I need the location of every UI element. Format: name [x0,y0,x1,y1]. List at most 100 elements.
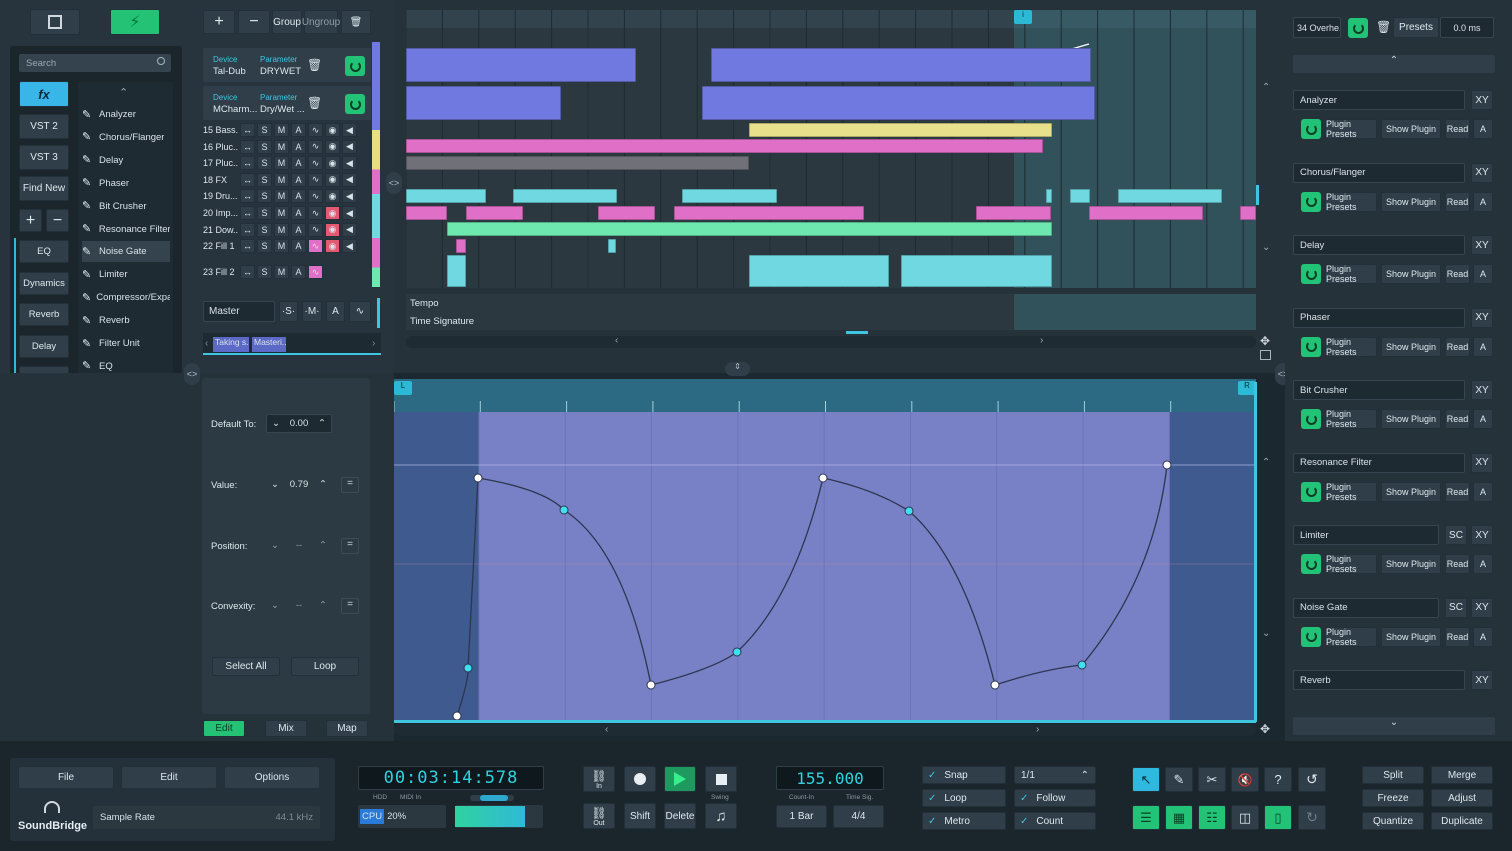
file-menu-button[interactable]: File [18,766,114,789]
clip[interactable] [682,189,777,203]
clip[interactable] [406,48,636,82]
plugin-list-item[interactable]: ✎ Reverb [82,310,170,331]
tab-scroll-right-icon[interactable]: › [372,338,375,349]
clip[interactable] [1089,206,1203,220]
xy-button[interactable]: XY [1471,452,1493,473]
value-menu-icon[interactable]: = [341,477,359,493]
auto-a-button[interactable]: A [1473,481,1493,502]
category-0[interactable]: EQ [19,240,69,263]
curve-icon[interactable]: ∿ [308,123,323,137]
automation-point[interactable] [473,473,483,483]
window-icon[interactable] [1260,350,1271,360]
track-row[interactable]: 16 Pluc... ↔ S M A ∿ ◉ ◀ [203,139,371,155]
automation-point[interactable] [818,473,828,483]
xy-button[interactable]: XY [1471,670,1493,690]
auto-a-button[interactable]: A [1473,336,1493,357]
track-power-icon[interactable] [1348,18,1368,38]
track-name[interactable]: 20 Imp... [203,208,238,218]
plugin-list-item[interactable]: ✎ Phaser [82,173,170,194]
editor-scroll-right-icon[interactable]: › [1036,724,1039,735]
plugin-slot-name[interactable]: Delay [1293,235,1465,255]
tab-scroll-left-icon[interactable]: ‹ [205,338,208,349]
automation-point[interactable] [463,663,473,673]
clip[interactable] [447,255,466,287]
editor-scroll-left-icon[interactable]: ‹ [605,724,608,735]
plugin-slot-name[interactable]: Chorus/Flanger [1293,162,1465,183]
show-plugin-button[interactable]: Show Plugin [1381,264,1441,284]
automation-point[interactable] [990,680,1000,690]
position-field[interactable]: ⌄ -- ⌃ [266,536,332,555]
auto-a-button[interactable]: A [1473,626,1493,647]
clip[interactable] [674,206,864,220]
track-name[interactable]: 23 Fill 2 [203,267,238,277]
scroll-left-icon[interactable]: ‹ [615,335,618,346]
playhead-marker[interactable]: i [1014,10,1032,24]
freeze-button[interactable]: Freeze [1362,789,1424,807]
clip[interactable] [456,239,466,253]
solo-button[interactable]: S [257,172,272,187]
plugin-list-item[interactable]: ✎ Limiter [82,264,170,285]
clip[interactable] [749,255,889,287]
category-1[interactable]: Dynamics [19,271,69,295]
plugin-presets-button[interactable]: Plugin Presets [1325,481,1377,502]
editor-scroll-down-icon[interactable]: ⌄ [1262,628,1270,639]
read-button[interactable]: Read [1445,626,1470,647]
punch-in-button[interactable]: ⛓ In [583,766,615,792]
track-row[interactable]: 18 FX ↔ S M A ∿ ◉ ◀ [203,172,371,188]
clip[interactable] [702,86,1095,120]
clip[interactable] [466,206,523,220]
editor-zoom-icon[interactable]: ✥ [1260,722,1270,736]
split-button[interactable]: Split [1362,766,1424,784]
speaker-icon[interactable]: ◀ [342,189,357,204]
plugin-power-icon[interactable] [1301,554,1321,574]
scroll-up-icon[interactable]: ⌃ [1262,82,1270,93]
plugin-list-item[interactable]: ✎ Chorus/Flanger [82,127,170,148]
options-menu-button[interactable]: Options [224,766,320,789]
record-arm-icon[interactable]: ◉ [325,222,340,237]
eq-view-button[interactable]: ☷ [1198,805,1226,830]
plugin-slot-name[interactable]: Reverb [1293,670,1465,690]
clip[interactable] [406,206,447,220]
stop-button[interactable] [705,766,737,792]
clip[interactable] [513,189,617,203]
play-button[interactable] [664,766,696,792]
plugin-presets-button[interactable]: Plugin Presets [1325,264,1377,284]
track-name[interactable]: 18 FX [203,175,238,185]
track-row[interactable]: 15 Bass... ↔ S M A ∿ ◉ ◀ [203,122,371,138]
plugin-power-icon[interactable] [1301,409,1321,429]
curve-icon[interactable]: ∿ [308,156,323,171]
show-plugin-button[interactable]: Show Plugin [1381,626,1441,647]
plugin-slot-name[interactable]: Resonance Filter [1293,452,1465,473]
clip[interactable] [447,222,1052,236]
clip[interactable] [1118,189,1222,203]
default-to-field[interactable]: ⌄ 0.00 ⌃ [266,414,332,433]
master-mute-button[interactable]: ·M· [302,301,322,322]
auto-a-button[interactable]: A [1473,264,1493,284]
speaker-icon[interactable]: ◀ [342,239,357,254]
track-name[interactable]: 19 Dru... [203,191,238,201]
scroll-right-icon[interactable]: › [1040,335,1043,346]
delay-value-field[interactable]: 0.0 ms [1440,17,1494,38]
automation-point[interactable] [1162,460,1172,470]
plugin-presets-button[interactable]: Plugin Presets [1325,336,1377,357]
plugin-power-icon[interactable] [1301,336,1321,357]
solo-button[interactable]: S [257,222,272,237]
fx-button[interactable]: fx [19,81,69,107]
pointer-tool-button[interactable]: ↖ [1132,767,1160,792]
show-plugin-button[interactable]: Show Plugin [1381,191,1441,212]
curve-icon[interactable]: ∿ [308,239,323,254]
xy-button[interactable]: XY [1471,597,1493,618]
clip[interactable] [406,189,486,203]
speaker-icon[interactable]: ◀ [342,139,357,154]
automation-point[interactable] [1077,660,1087,670]
record-arm-icon[interactable]: ◉ [325,156,340,171]
editor-collapse-icon[interactable]: ⇕ [725,362,750,376]
track-row[interactable]: 19 Dru... ↔ S M A ∿ ◉ ◀ [203,188,371,204]
xy-button[interactable]: XY [1471,162,1493,183]
input-arrow-icon[interactable]: ↔ [240,123,255,137]
record-arm-icon[interactable]: ◉ [325,206,340,220]
show-plugin-button[interactable]: Show Plugin [1381,409,1441,429]
power-icon[interactable] [345,56,365,76]
auto-a-button[interactable]: A [1473,119,1493,139]
input-arrow-icon[interactable]: ↔ [240,206,255,220]
